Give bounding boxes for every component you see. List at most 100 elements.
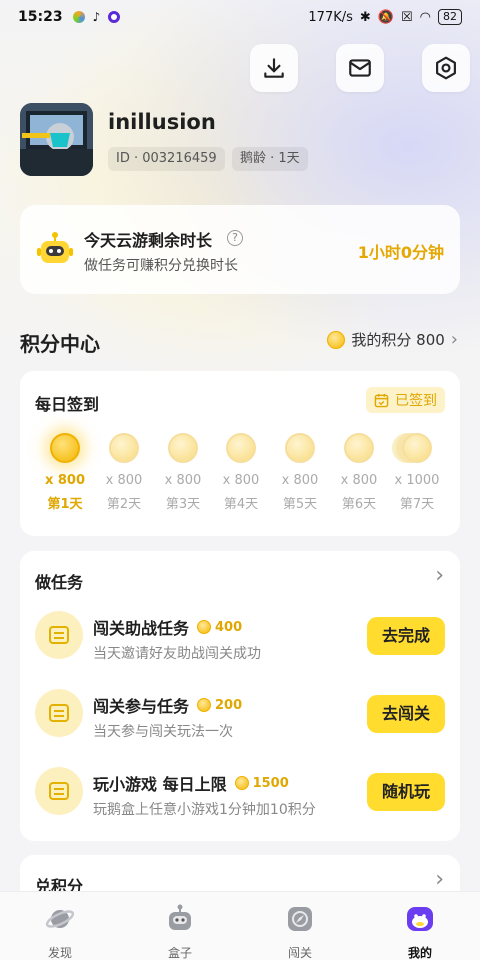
signin-day-points: x 800 xyxy=(105,473,143,488)
daily-signin-card: 每日签到 已签到 x 800 第1天 x 800 第2天 x 800 第3天 x… xyxy=(20,371,460,536)
task-desc: 当天参与闯关玩法一次 xyxy=(93,724,233,740)
remaining-time-card[interactable]: 今天云游剩余时长 ? 做任务可赚积分兑换时长 1小时0分钟 xyxy=(20,205,460,294)
status-time: 15:23 xyxy=(18,9,63,25)
battery-icon: 82 xyxy=(438,9,462,25)
task-desc: 当天邀请好友助战闯关成功 xyxy=(93,646,261,662)
signin-day-label: 第5天 xyxy=(282,497,318,512)
signin-day-label: 第4天 xyxy=(223,497,259,512)
task-points: 1500 xyxy=(234,775,289,791)
task-title-row: 玩小游戏 每日上限 1500 xyxy=(93,771,289,795)
signin-day-label: 第7天 xyxy=(399,497,435,512)
message-button[interactable] xyxy=(336,44,384,92)
task-points-value: 400 xyxy=(215,619,243,635)
task-list-icon xyxy=(35,611,83,659)
signin-day-1[interactable]: x 800 第1天 xyxy=(36,433,94,512)
signin-day-3[interactable]: x 800 第3天 xyxy=(154,433,212,512)
my-points-link[interactable]: 我的积分 800 › xyxy=(327,329,458,350)
nav-label: 发现 xyxy=(47,946,72,960)
planet-icon xyxy=(45,910,75,928)
task-list-icon xyxy=(35,689,83,737)
task-points: 400 xyxy=(197,620,242,635)
task-points-value: 200 xyxy=(215,697,243,713)
coin-icon xyxy=(197,698,212,712)
signin-day-points: x 800 xyxy=(164,473,202,488)
nav-challenge[interactable]: 闯关 xyxy=(240,892,360,960)
notification-dot-icon xyxy=(108,11,121,23)
signin-day-2[interactable]: x 800 第2天 xyxy=(95,433,153,512)
task-challenge-button[interactable]: 去闯关 xyxy=(367,695,445,733)
bluetooth-icon: ✱ xyxy=(359,9,371,25)
mail-icon xyxy=(349,59,371,77)
my-points-label: 我的积分 800 xyxy=(351,331,445,349)
signin-day-points: x 800 xyxy=(340,473,378,488)
task-points-value: 1500 xyxy=(252,775,289,791)
penguin-icon xyxy=(407,907,433,931)
tasks-chevron-icon[interactable]: › xyxy=(435,563,444,588)
robot-nav-icon xyxy=(169,904,191,930)
settings-button[interactable] xyxy=(422,44,470,92)
task-item: 闯关助战任务 400 当天邀请好友助战闯关成功 去完成 xyxy=(35,605,445,665)
avatar[interactable] xyxy=(20,103,93,176)
nav-mine[interactable]: 我的 xyxy=(360,892,480,960)
signin-coin-icon xyxy=(226,433,256,463)
task-random-play-button[interactable]: 随机玩 xyxy=(367,773,445,811)
sim-icon: ☒ xyxy=(401,9,413,25)
tasks-card: 做任务 › 闯关助战任务 400 当天邀请好友助战闯关成功 去完成 闯关参与任务… xyxy=(20,551,460,841)
remaining-time-subtitle: 做任务可赚积分兑换时长 xyxy=(84,258,238,274)
task-points: 200 xyxy=(197,698,242,713)
bottom-nav: 发现 盒子 闯关 我的 xyxy=(0,891,480,960)
user-id-tag: ID · 003216459 xyxy=(108,147,225,171)
signin-day-label: 第1天 xyxy=(47,497,83,512)
coin-icon xyxy=(234,776,249,790)
nav-label: 我的 xyxy=(407,946,432,960)
task-title: 闯关参与任务 xyxy=(93,697,190,716)
net-speed: 177K/s xyxy=(308,9,353,25)
signin-coin-stack-icon xyxy=(402,433,432,463)
remaining-time-title: 今天云游剩余时长 xyxy=(84,231,213,250)
avatar-image xyxy=(20,103,93,176)
tiktok-icon: ♪ xyxy=(92,10,101,24)
signin-coin-icon xyxy=(168,433,198,463)
task-item: 玩小游戏 每日上限 1500 玩鹅盒上任意小游戏1分钟加10积分 随机玩 xyxy=(35,761,445,821)
signin-coin-icon xyxy=(109,433,139,463)
nav-box[interactable]: 盒子 xyxy=(120,892,240,960)
task-title: 玩小游戏 每日上限 xyxy=(93,775,227,794)
signin-day-6[interactable]: x 800 第6天 xyxy=(330,433,388,512)
task-desc: 玩鹅盒上任意小游戏1分钟加10积分 xyxy=(93,802,316,818)
signin-title: 每日签到 xyxy=(35,395,100,414)
help-icon[interactable]: ? xyxy=(227,230,243,246)
signin-day-points: x 800 xyxy=(44,473,86,488)
signin-coin-icon xyxy=(50,433,80,463)
signin-coin-icon xyxy=(285,433,315,463)
coin-icon xyxy=(327,330,346,349)
signin-day-5[interactable]: x 800 第5天 xyxy=(271,433,329,512)
task-title-row: 闯关助战任务 400 xyxy=(93,615,242,639)
task-complete-button[interactable]: 去完成 xyxy=(367,617,445,655)
task-item: 闯关参与任务 200 当天参与闯关玩法一次 去闯关 xyxy=(35,683,445,743)
robot-icon xyxy=(37,232,73,263)
coin-icon xyxy=(197,620,212,634)
top-actions xyxy=(250,44,470,92)
signin-day-4[interactable]: x 800 第4天 xyxy=(212,433,270,512)
account-age-tag: 鹅龄 · 1天 xyxy=(232,147,308,171)
mute-icon: 🔕 xyxy=(377,9,394,25)
signin-day-label: 第3天 xyxy=(165,497,201,512)
signed-badge: 已签到 xyxy=(366,387,445,413)
signin-day-label: 第2天 xyxy=(106,497,142,512)
task-list-icon xyxy=(35,767,83,815)
compass-icon xyxy=(288,907,312,931)
signin-day-label: 第6天 xyxy=(341,497,377,512)
exchange-chevron-icon[interactable]: › xyxy=(435,867,444,892)
download-button[interactable] xyxy=(250,44,298,92)
signin-day-7[interactable]: x 1000 第7天 xyxy=(388,433,446,512)
nav-discover[interactable]: 发现 xyxy=(0,892,120,960)
nav-label: 闯关 xyxy=(287,946,312,960)
nav-label: 盒子 xyxy=(167,946,192,960)
signin-day-points: x 800 xyxy=(222,473,260,488)
settings-icon xyxy=(436,56,456,80)
wifi-icon: ◠ xyxy=(419,9,431,25)
task-title-row: 闯关参与任务 200 xyxy=(93,693,242,717)
status-bar: 15:23 ♪ 177K/s ✱ 🔕 ☒ ◠ 82 xyxy=(0,0,480,34)
signed-label: 已签到 xyxy=(395,393,437,409)
tasks-title: 做任务 xyxy=(35,573,84,592)
